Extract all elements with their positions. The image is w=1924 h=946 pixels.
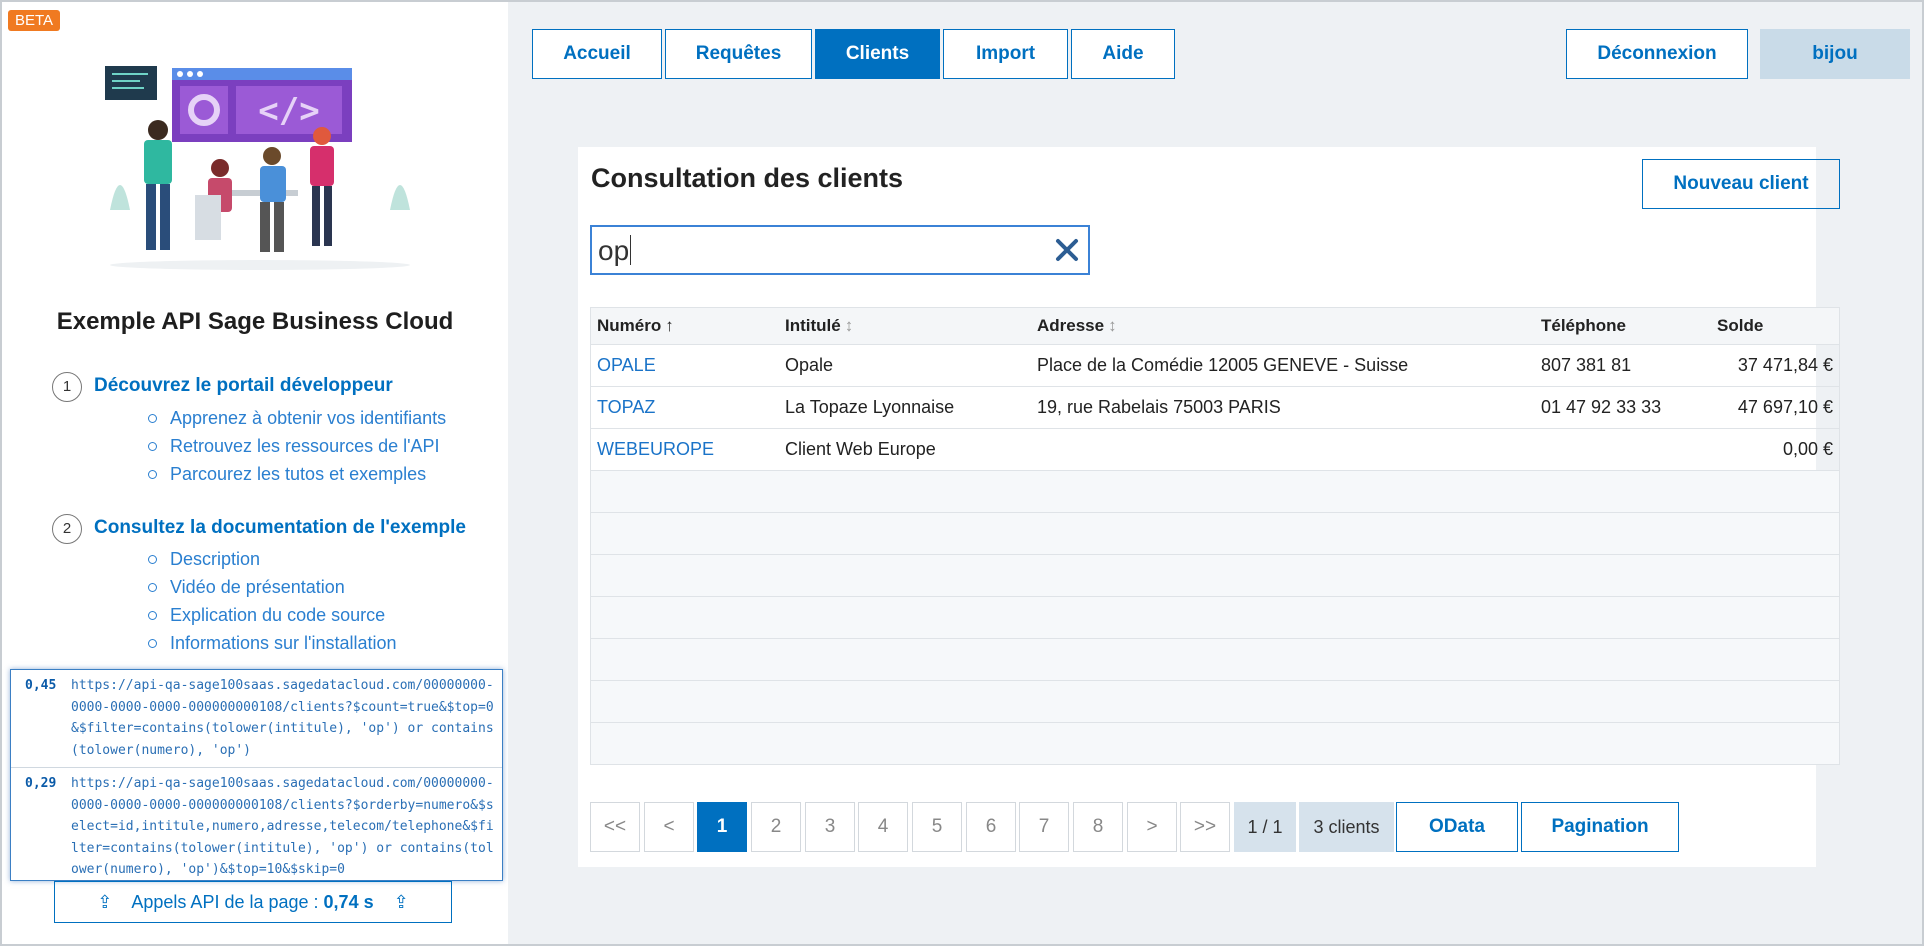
next-page-button[interactable]: > <box>1127 802 1177 852</box>
sidebar-title: Exemple API Sage Business Cloud <box>56 308 454 335</box>
page-button-3[interactable]: 3 <box>805 802 855 852</box>
clear-icon[interactable] <box>1054 237 1080 263</box>
tab-aide[interactable]: Aide <box>1071 29 1175 79</box>
api-call-url: https://api-qa-sage100saas.sagedatacloud… <box>71 776 494 877</box>
pagination-bar: << < 1 2 3 4 5 6 7 8 > >> 1 / 1 3 client… <box>590 802 1830 852</box>
table-row[interactable]: WEBEUROPE Client Web Europe 0,00 € <box>590 429 1840 471</box>
sidebar: BETA </> Exemple API Sage Business Cloud… <box>2 2 508 944</box>
example-docs-links: Description Vidéo de présentation Explic… <box>148 545 397 657</box>
section-title-link[interactable]: Consultez la documentation de l'exemple <box>94 517 466 539</box>
link-description[interactable]: Description <box>148 545 397 573</box>
link-api-resources[interactable]: Retrouvez les ressources de l'API <box>147 432 446 460</box>
tab-requetes[interactable]: Requêtes <box>665 29 812 79</box>
main-area: Accueil Requêtes Clients Import Aide Déc… <box>508 2 1922 944</box>
api-calls-toggle[interactable]: ⇪ Appels API de la page : 0,74 s ⇪ <box>54 881 452 923</box>
cell-solde: 0,00 € <box>1782 439 1833 459</box>
empty-row <box>590 723 1840 765</box>
beta-badge: BETA <box>8 10 61 31</box>
sort-icon: ↕ <box>844 316 854 335</box>
column-header-telephone: Téléphone <box>1541 316 1627 335</box>
page-button-7[interactable]: 7 <box>1019 802 1069 852</box>
logout-button[interactable]: Déconnexion <box>1566 29 1748 79</box>
link-source-code[interactable]: Explication du code source <box>148 601 397 629</box>
page-button-8[interactable]: 8 <box>1073 802 1123 852</box>
cell-adresse: Place de la Comédie 12005 GENEVE - Suiss… <box>1037 355 1409 375</box>
empty-row <box>590 471 1840 513</box>
cell-intitule: La Topaze Lyonnaise <box>785 397 955 417</box>
up-arrow-icon: ⇪ <box>97 892 113 912</box>
tab-import[interactable]: Import <box>943 29 1068 79</box>
odata-button[interactable]: OData <box>1396 802 1518 852</box>
sort-icon: ↕ <box>1108 316 1117 335</box>
cell-telephone: 01 47 92 33 33 <box>1541 397 1662 417</box>
clients-panel: Consultation des clients Nouveau client … <box>578 147 1840 867</box>
page-button-5[interactable]: 5 <box>912 802 962 852</box>
api-calls-total: 0,74 s <box>323 892 374 912</box>
page-indicator: 1 / 1 <box>1234 802 1296 852</box>
svg-text:</>: </> <box>258 91 319 131</box>
api-call-entry: 0,45 https://api-qa-sage100saas.sagedata… <box>11 670 502 768</box>
section-title-link[interactable]: Découvrez le portail développeur <box>94 375 393 397</box>
developer-portal-links: Apprenez à obtenir vos identifiants Retr… <box>147 404 446 488</box>
step-number: 1 <box>52 372 82 402</box>
page-button-2[interactable]: 2 <box>751 802 801 852</box>
cell-adresse: 19, rue Rabelais 75003 PARIS <box>1037 397 1281 417</box>
api-call-time: 0,45 <box>25 678 57 693</box>
cell-solde: 47 697,10 € <box>1737 397 1833 417</box>
search-input[interactable]: op <box>590 225 1090 275</box>
api-call-time: 0,29 <box>25 776 57 791</box>
api-calls-log[interactable]: 0,45 https://api-qa-sage100saas.sagedata… <box>10 669 503 881</box>
column-header-solde: Solde <box>1717 316 1764 335</box>
prev-page-button[interactable]: < <box>644 802 694 852</box>
clients-table: Numéro ↑ Intitulé ↕ Adresse ↕ Téléphone Sol… <box>590 307 1840 765</box>
empty-row <box>590 681 1840 723</box>
first-page-button[interactable]: << <box>590 802 640 852</box>
cell-solde: 37 471,84 € <box>1737 355 1833 375</box>
table-row[interactable]: TOPAZ La Topaze Lyonnaise 19, rue Rabela… <box>590 387 1840 429</box>
cell-intitule: Client Web Europe <box>785 439 936 459</box>
api-calls-label: Appels API de la page : <box>131 892 319 912</box>
user-menu-button[interactable]: bijou <box>1760 29 1910 79</box>
empty-row <box>590 597 1840 639</box>
cell-numero[interactable]: OPALE <box>597 345 656 386</box>
link-credentials[interactable]: Apprenez à obtenir vos identifiants <box>147 404 446 432</box>
developers-illustration: </> <box>105 66 410 270</box>
cell-numero[interactable]: WEBEUROPE <box>597 429 714 470</box>
last-page-button[interactable]: >> <box>1180 802 1230 852</box>
table-header: Numéro ↑ Intitulé ↕ Adresse ↕ Téléphone Sol… <box>590 307 1840 345</box>
column-header-adresse[interactable]: Adresse ↕ <box>1037 308 1117 346</box>
column-header-numero[interactable]: Numéro ↑ <box>597 308 674 346</box>
link-video[interactable]: Vidéo de présentation <box>148 573 397 601</box>
empty-row <box>590 513 1840 555</box>
link-installation[interactable]: Informations sur l'installation <box>148 629 397 657</box>
table-row[interactable]: OPALE Opale Place de la Comédie 12005 GE… <box>590 345 1840 387</box>
empty-row <box>590 555 1840 597</box>
up-arrow-icon: ⇪ <box>393 892 409 912</box>
cell-numero[interactable]: TOPAZ <box>597 387 655 428</box>
pagination-button[interactable]: Pagination <box>1521 802 1679 852</box>
results-count: 3 clients <box>1299 802 1394 852</box>
page-button-1[interactable]: 1 <box>697 802 747 852</box>
column-header-intitule[interactable]: Intitulé ↕ <box>785 308 853 346</box>
tab-accueil[interactable]: Accueil <box>532 29 662 79</box>
api-call-entry: 0,29 https://api-qa-sage100saas.sagedata… <box>11 768 502 887</box>
page-title: Consultation des clients <box>591 163 904 193</box>
sort-asc-icon: ↑ <box>665 316 674 335</box>
search-value: op <box>598 235 630 266</box>
new-client-button[interactable]: Nouveau client <box>1642 159 1840 209</box>
tab-clients[interactable]: Clients <box>815 29 940 79</box>
page-button-4[interactable]: 4 <box>858 802 908 852</box>
link-tutorials[interactable]: Parcourez les tutos et exemples <box>147 460 446 488</box>
api-call-url: https://api-qa-sage100saas.sagedatacloud… <box>71 678 494 758</box>
empty-row <box>590 639 1840 681</box>
page-button-6[interactable]: 6 <box>966 802 1016 852</box>
cell-telephone: 807 381 81 <box>1541 355 1632 375</box>
cell-intitule: Opale <box>785 355 834 375</box>
step-number: 2 <box>52 514 82 544</box>
